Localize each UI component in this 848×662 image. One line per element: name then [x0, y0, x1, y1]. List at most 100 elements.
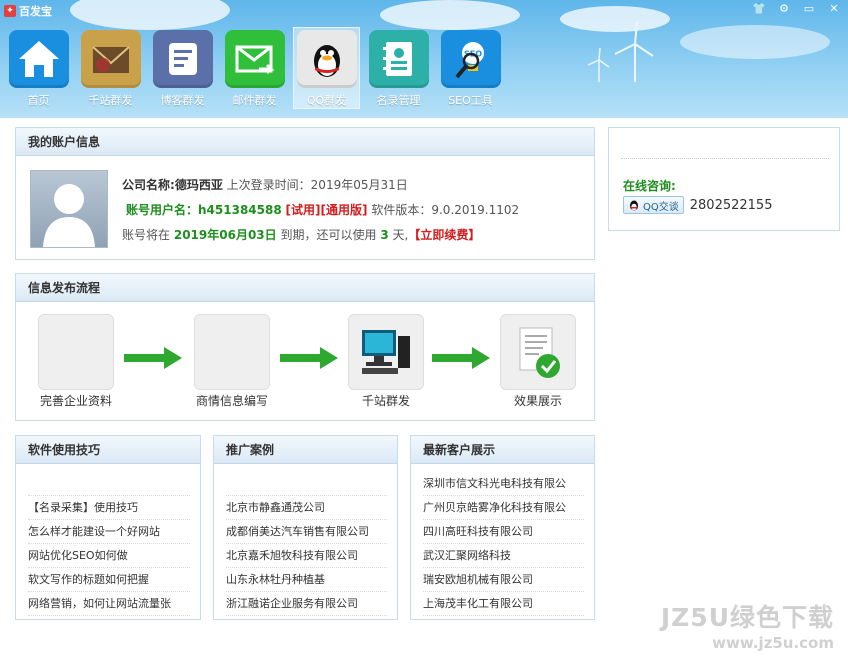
expire-mid: 到期，还可以使用 — [280, 228, 377, 242]
address-book-icon — [368, 30, 429, 88]
days-left: 3 — [380, 228, 389, 242]
list-item[interactable]: 广州贝京皓雾净化科技有限公 — [423, 496, 584, 520]
list-item[interactable]: 北京嘉禾旭牧科技有限公司 — [226, 544, 387, 568]
step-broadcast[interactable]: 千站群发 — [346, 314, 426, 409]
step-label: 千站群发 — [361, 394, 410, 408]
divider — [621, 158, 829, 159]
computer-icon — [348, 314, 424, 390]
expire-date: 2019年06月03日 — [173, 228, 277, 242]
clients-panel: 最新客户展示 深圳市信文科光电科技有限公 广州贝京皓雾净化科技有限公 四川高旺科… — [410, 435, 595, 620]
qq-number: 2802522155 — [689, 197, 773, 213]
tips-panel: 软件使用技巧 【名录采集】使用技巧 怎么样才能建设一个好网站 网站优化SEO如何… — [15, 435, 201, 620]
header-banner: ✦ 百发宝 👕 ⚙ ▭ ✕ 首页 千站群发 博客群发 邮件群发 QQ群发 名录管… — [0, 0, 848, 118]
user-label: 账号用户名： — [126, 203, 199, 217]
wind-turbines — [587, 22, 654, 82]
expire-prefix: 账号将在 — [122, 228, 171, 242]
mail-forward-icon — [224, 30, 285, 88]
step-label: 完善企业资料 — [39, 394, 112, 408]
nav-item-mail-broadcast[interactable]: 邮件群发 — [221, 27, 288, 109]
qq-penguin-icon — [630, 200, 638, 211]
nav-label: 邮件群发 — [232, 94, 277, 107]
main-nav: 首页 千站群发 博客群发 邮件群发 QQ群发 名录管理 SEO SEO工具 — [0, 27, 504, 109]
list-item[interactable]: 网络营销，如何让网站流量张 — [28, 592, 190, 616]
user-name: h451384588 — [198, 203, 282, 217]
list-item[interactable]: 成都俏美达汽车销售有限公司 — [226, 520, 387, 544]
content-area: 我的账户信息 公司名称:德玛西亚 上次登录时间：2019年05月31日 账号用户… — [0, 118, 848, 662]
step-tile — [194, 314, 270, 390]
step-company-info[interactable]: 完善企业资料 — [36, 314, 116, 409]
tag-trial: [试用] — [285, 203, 321, 217]
nav-item-directory[interactable]: 名录管理 — [365, 27, 432, 109]
tag-general: [通用版] — [320, 203, 368, 217]
list-item[interactable] — [28, 472, 190, 496]
step-tile — [38, 314, 114, 390]
list-item[interactable]: 怎么样才能建设一个好网站 — [28, 520, 190, 544]
seo-bulb-icon: SEO — [440, 30, 501, 88]
list-item[interactable]: 山东永林牡丹种植基 — [226, 568, 387, 592]
list-item[interactable]: 四川高旺科技有限公司 — [423, 520, 584, 544]
qq-penguin-icon — [296, 30, 357, 88]
watermark-line2: www.jz5u.com — [712, 634, 834, 652]
clients-list: 深圳市信文科光电科技有限公 广州贝京皓雾净化科技有限公 四川高旺科技有限公司 武… — [411, 464, 594, 616]
window-title-text: 百发宝 — [19, 5, 52, 18]
company-name: 德玛西亚 — [174, 178, 223, 192]
nav-label: QQ群发 — [306, 94, 347, 107]
qq-contact-row: QQ交谈 2802522155 — [623, 196, 772, 214]
nav-item-blog-broadcast[interactable]: 博客群发 — [149, 27, 216, 109]
user-line: 账号用户名：h451384588 [试用][通用版] 软件版本：9.0.2019… — [126, 201, 519, 218]
skin-icon[interactable]: 👕 — [751, 2, 767, 16]
list-item[interactable]: 北京市静鑫通茂公司 — [226, 496, 387, 520]
qq-chat-label: QQ交谈 — [643, 201, 679, 213]
expire-line: 账号将在 2019年06月03日 到期，还可以使用 3 天,【立即续费】 — [122, 226, 480, 243]
clients-header: 最新客户展示 — [411, 436, 594, 464]
watermark-line1: JZ5U绿色下载 — [660, 603, 834, 632]
cloud — [70, 0, 230, 30]
window-title: ✦ 百发宝 — [4, 3, 52, 19]
company-line: 公司名称:德玛西亚 上次登录时间：2019年05月31日 — [122, 176, 408, 193]
cases-list: 北京市静鑫通茂公司 成都俏美达汽车销售有限公司 北京嘉禾旭牧科技有限公司 山东永… — [214, 464, 397, 616]
cloud — [680, 25, 830, 59]
document-check-icon — [500, 314, 576, 390]
version-label: 软件版本： — [371, 203, 432, 217]
list-item[interactable]: 上海茂丰化工有限公司 — [423, 592, 584, 616]
nav-item-home[interactable]: 首页 — [5, 27, 72, 109]
process-panel: 信息发布流程 完善企业资料 商情信息编写 千站群发 效果展示 — [15, 273, 595, 421]
list-item[interactable]: 浙江融诺企业服务有限公司 — [226, 592, 387, 616]
version-value: 9.0.2019.1102 — [431, 203, 520, 217]
company-label: 公司名称: — [122, 178, 175, 192]
gear-icon[interactable]: ⚙ — [776, 2, 792, 16]
list-item[interactable]: 【名录采集】使用技巧 — [28, 496, 190, 520]
home-icon — [8, 30, 69, 88]
watermark: JZ5U绿色下载 www.jz5u.com — [661, 598, 834, 652]
list-item[interactable]: 武汉汇聚网络科技 — [423, 544, 584, 568]
nav-item-qq-broadcast[interactable]: QQ群发 — [293, 27, 360, 109]
arrow-right-icon — [280, 347, 338, 369]
minimize-icon[interactable]: ▭ — [801, 2, 817, 16]
list-item[interactable]: 网站优化SEO如何做 — [28, 544, 190, 568]
envelope-stamp-icon — [80, 30, 141, 88]
nav-item-site-broadcast[interactable]: 千站群发 — [77, 27, 144, 109]
nav-label: SEO工具 — [448, 94, 493, 107]
nav-label: 博客群发 — [160, 94, 205, 107]
close-icon[interactable]: ✕ — [826, 2, 842, 16]
list-item[interactable]: 瑞安欧旭机械有限公司 — [423, 568, 584, 592]
days-unit: 天, — [392, 228, 409, 242]
qq-chat-button[interactable]: QQ交谈 — [623, 196, 684, 214]
nav-item-seo-tools[interactable]: SEO SEO工具 — [437, 27, 504, 109]
cases-header: 推广案例 — [214, 436, 397, 464]
tips-list: 【名录采集】使用技巧 怎么样才能建设一个好网站 网站优化SEO如何做 软文写作的… — [16, 464, 200, 616]
nav-label: 千站群发 — [88, 94, 133, 107]
last-login-value: 2019年05月31日 — [310, 178, 408, 192]
app-window: ✦ 百发宝 👕 ⚙ ▭ ✕ 首页 千站群发 博客群发 邮件群发 QQ群发 名录管… — [0, 0, 848, 662]
list-item[interactable]: 软文写作的标题如何把握 — [28, 568, 190, 592]
blog-icon — [152, 30, 213, 88]
process-header: 信息发布流程 — [16, 274, 594, 302]
step-write-info[interactable]: 商情信息编写 — [192, 314, 272, 409]
window-controls: 👕 ⚙ ▭ ✕ — [751, 2, 842, 16]
list-item[interactable]: 深圳市信文科光电科技有限公 — [423, 472, 584, 496]
renew-link[interactable]: 【立即续费】 — [408, 228, 480, 242]
side-panel: 在线咨询: QQ交谈 2802522155 — [608, 127, 840, 231]
arrow-right-icon — [124, 347, 182, 369]
step-results[interactable]: 效果展示 — [498, 314, 578, 409]
list-item[interactable] — [226, 472, 387, 496]
